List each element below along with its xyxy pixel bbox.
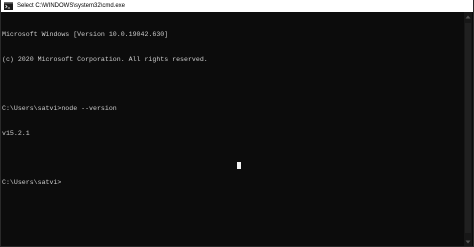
console-line: Microsoft Windows [Version 10.0.19042.63… — [2, 31, 169, 39]
title-bar[interactable]: Select C:\WINDOWS\system32\cmd.exe — [1, 0, 473, 12]
vertical-scrollbar[interactable] — [464, 12, 472, 246]
console-line: C:\Users\satvi>node --version — [2, 105, 117, 113]
scrollbar-thumb[interactable] — [465, 23, 471, 233]
cmd-window: Select C:\WINDOWS\system32\cmd.exe Micro… — [0, 0, 474, 247]
console-prompt: C:\Users\satvi> — [2, 178, 62, 186]
text-cursor — [237, 162, 241, 169]
cmd-icon[interactable] — [4, 2, 13, 10]
scroll-up-arrow-icon[interactable] — [464, 12, 472, 21]
console-line: (c) 2020 Microsoft Corporation. All righ… — [2, 56, 208, 63]
scroll-down-arrow-icon[interactable] — [464, 237, 472, 246]
console-line: v15.2.1 — [2, 129, 30, 137]
console-output[interactable]: Microsoft Windows [Version 10.0.19042.63… — [1, 12, 465, 246]
window-title: Select C:\WINDOWS\system32\cmd.exe — [17, 3, 126, 9]
